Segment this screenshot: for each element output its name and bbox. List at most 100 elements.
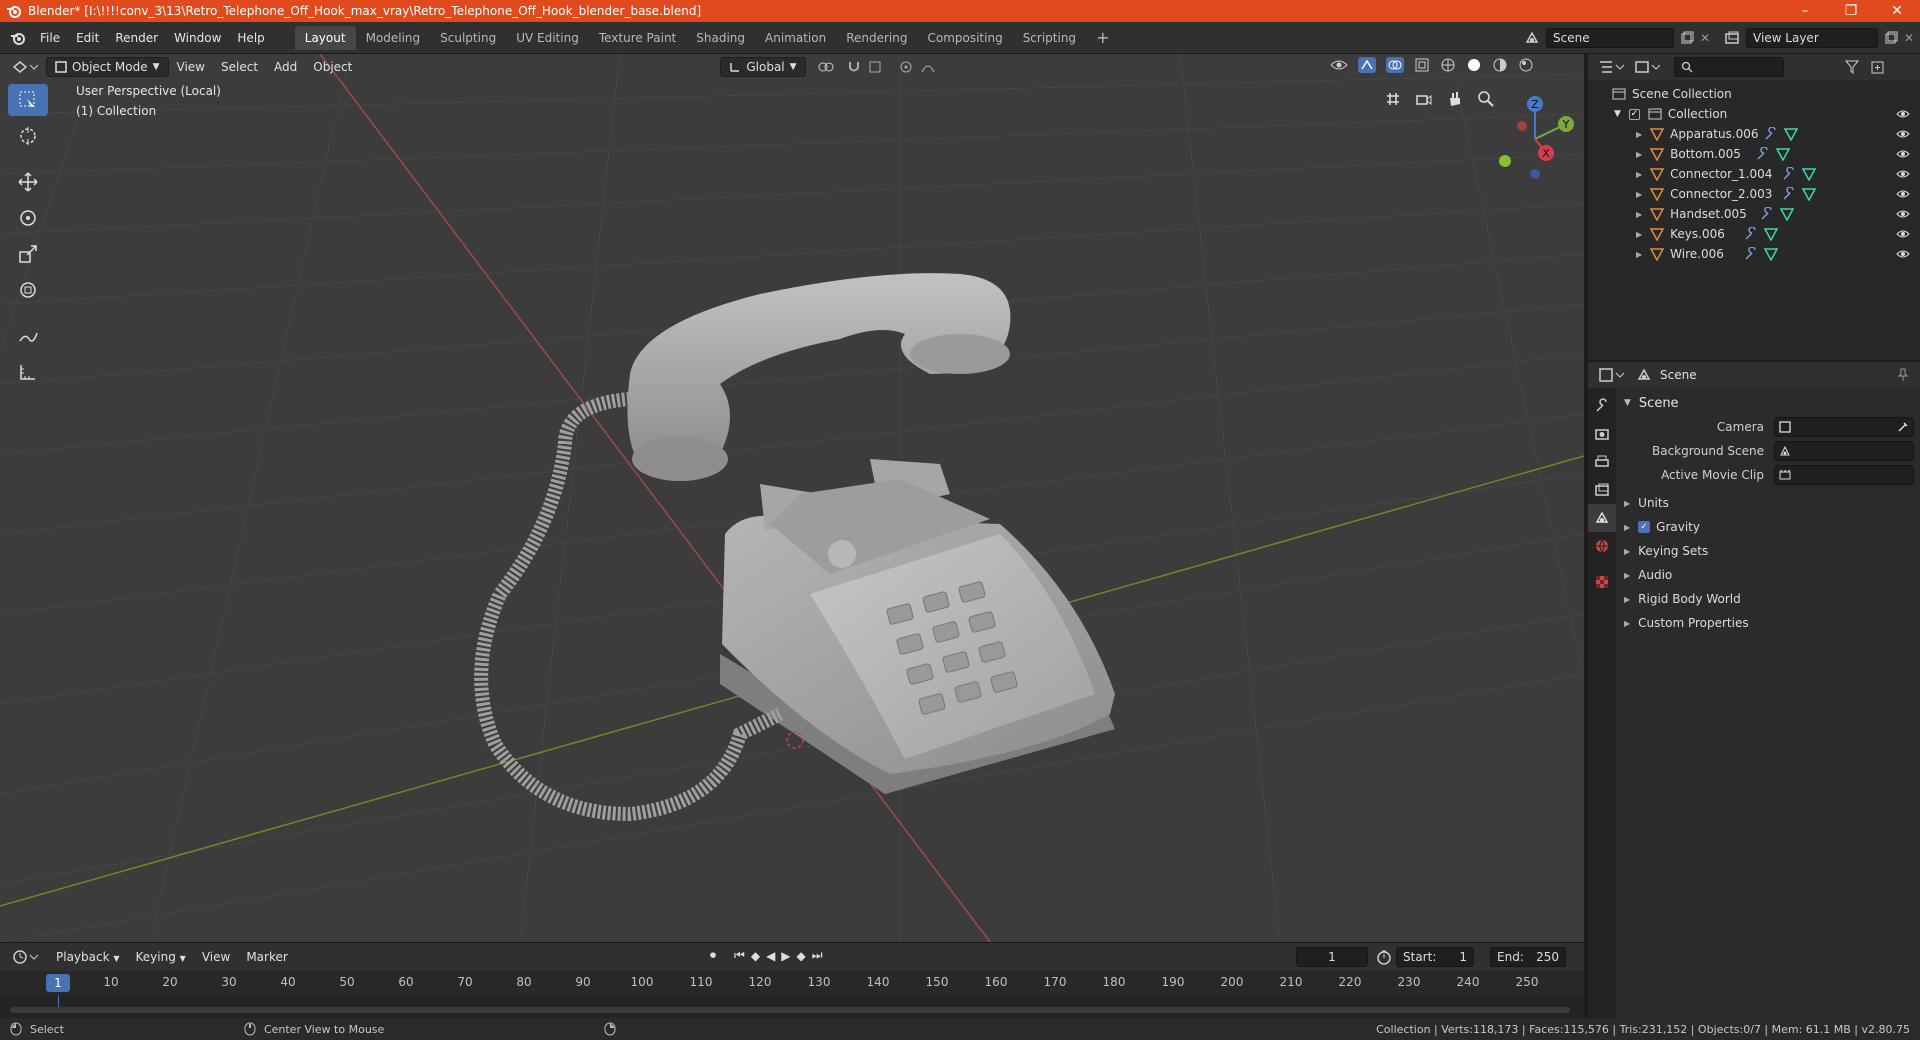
play-reverse-icon[interactable]: ◀ bbox=[766, 949, 775, 963]
pivot-point-icon[interactable] bbox=[816, 59, 838, 75]
scene-panel-header[interactable]: ▼ Scene bbox=[1624, 392, 1912, 414]
gizmo-toggle-icon[interactable] bbox=[1358, 57, 1376, 73]
close-button[interactable]: ✕ bbox=[1874, 0, 1920, 22]
outliner-scene-collection[interactable]: Scene Collection bbox=[1588, 84, 1920, 104]
end-frame-field[interactable]: End: 250 bbox=[1490, 947, 1566, 967]
maximize-button[interactable]: ❐ bbox=[1828, 0, 1874, 22]
mesh-data-icon[interactable] bbox=[1764, 227, 1779, 241]
visibility-eye-icon[interactable] bbox=[1896, 228, 1910, 240]
viewport-scene[interactable] bbox=[0, 54, 1584, 942]
3d-viewport[interactable]: Object Mode ▼ View Select Add Object Glo… bbox=[0, 54, 1584, 942]
proportional-edit-icon[interactable] bbox=[898, 59, 914, 75]
visibility-eye-icon[interactable] bbox=[1896, 248, 1910, 260]
scene-icon[interactable] bbox=[1524, 30, 1540, 46]
outliner-search-input[interactable] bbox=[1674, 57, 1784, 77]
tab-layout[interactable]: Layout bbox=[294, 25, 356, 50]
mesh-data-icon[interactable] bbox=[1802, 187, 1817, 201]
timeline-menu-view[interactable]: View bbox=[194, 947, 238, 967]
modifier-wrench-icon[interactable] bbox=[1756, 147, 1770, 161]
collapse-arrow-icon[interactable]: ▼ bbox=[1614, 109, 1621, 119]
keying-sets-panel-header[interactable]: ▶ Keying Sets bbox=[1624, 540, 1912, 562]
properties-editor-type-icon[interactable] bbox=[1598, 367, 1624, 383]
tab-render[interactable] bbox=[1588, 420, 1616, 448]
outliner-object-row[interactable]: ▶ Connector_1.004 bbox=[1588, 164, 1920, 184]
snap-icon[interactable] bbox=[846, 59, 862, 75]
modifier-wrench-icon[interactable] bbox=[1764, 127, 1778, 141]
menu-file[interactable]: File bbox=[32, 27, 68, 49]
tab-texture[interactable] bbox=[1588, 568, 1616, 596]
outliner-object-row[interactable]: ▶ Keys.006 bbox=[1588, 224, 1920, 244]
cursor-tool[interactable] bbox=[8, 120, 48, 152]
tab-rendering[interactable]: Rendering bbox=[836, 26, 917, 50]
xray-icon[interactable] bbox=[1414, 57, 1430, 73]
visibility-icon[interactable] bbox=[1330, 57, 1348, 73]
outliner-object-row[interactable]: ▶ Apparatus.006 bbox=[1588, 124, 1920, 144]
timeline-editor-type-icon[interactable] bbox=[12, 949, 38, 965]
viewport-menu-view[interactable]: View bbox=[169, 57, 213, 77]
move-tool[interactable] bbox=[8, 166, 48, 198]
expand-arrow-icon[interactable]: ▶ bbox=[1636, 150, 1642, 159]
tab-scripting[interactable]: Scripting bbox=[1013, 26, 1086, 50]
annotate-tool[interactable] bbox=[8, 320, 48, 352]
outliner-object-row[interactable]: ▶ Wire.006 bbox=[1588, 244, 1920, 264]
visibility-eye-icon[interactable] bbox=[1896, 208, 1910, 220]
timeline-scrollbar[interactable] bbox=[10, 1007, 1570, 1013]
outliner-object-row[interactable]: ▶ Bottom.005 bbox=[1588, 144, 1920, 164]
mesh-data-icon[interactable] bbox=[1764, 247, 1779, 261]
shading-wireframe-icon[interactable] bbox=[1440, 57, 1456, 73]
new-view-layer-icon[interactable] bbox=[1884, 31, 1898, 45]
playhead[interactable]: 1 bbox=[46, 974, 70, 992]
measure-tool[interactable] bbox=[8, 356, 48, 388]
expand-arrow-icon[interactable]: ▶ bbox=[1636, 170, 1642, 179]
timeline-menu-marker[interactable]: Marker bbox=[238, 947, 295, 967]
menu-window[interactable]: Window bbox=[166, 27, 229, 49]
units-panel-header[interactable]: ▶ Units bbox=[1624, 492, 1912, 514]
timeline-menu-playback[interactable]: Playback ▼ bbox=[48, 947, 128, 967]
editor-type-icon[interactable] bbox=[12, 59, 38, 75]
pin-icon[interactable] bbox=[1896, 368, 1910, 382]
transform-tool[interactable] bbox=[8, 274, 48, 306]
timeline-ruler[interactable]: 1 10 20 30 40 50 60 70 80 90 100 110 120… bbox=[0, 971, 1584, 995]
gravity-panel-header[interactable]: ▶ ✓ Gravity bbox=[1624, 516, 1912, 538]
transform-orientation-dropdown[interactable]: Global ▼ bbox=[720, 57, 806, 77]
expand-arrow-icon[interactable]: ▶ bbox=[1636, 190, 1642, 199]
gravity-checkbox[interactable]: ✓ bbox=[1638, 521, 1651, 533]
new-collection-icon[interactable] bbox=[1870, 59, 1886, 75]
jump-end-icon[interactable]: ⏭ bbox=[812, 948, 823, 963]
new-scene-icon[interactable] bbox=[1680, 31, 1694, 45]
visibility-eye-icon[interactable] bbox=[1896, 128, 1910, 140]
tab-uv-editing[interactable]: UV Editing bbox=[506, 26, 589, 50]
overlays-icon[interactable] bbox=[1386, 57, 1404, 73]
background-scene-field[interactable] bbox=[1774, 441, 1914, 461]
audio-panel-header[interactable]: ▶ Audio bbox=[1624, 564, 1912, 586]
eyedropper-icon[interactable] bbox=[1897, 421, 1909, 433]
visibility-eye-icon[interactable] bbox=[1896, 148, 1910, 160]
tab-tool[interactable] bbox=[1588, 392, 1616, 420]
menu-help[interactable]: Help bbox=[229, 27, 272, 49]
start-frame-field[interactable]: Start: 1 bbox=[1396, 947, 1474, 967]
outliner-object-row[interactable]: ▶ Connector_2.003 bbox=[1588, 184, 1920, 204]
record-icon[interactable]: ⏺ bbox=[710, 948, 716, 963]
expand-arrow-icon[interactable]: ▶ bbox=[1636, 230, 1642, 239]
tab-animation[interactable]: Animation bbox=[755, 26, 836, 50]
current-frame-field[interactable]: 1 bbox=[1296, 947, 1368, 967]
modifier-wrench-icon[interactable] bbox=[1782, 187, 1796, 201]
camera-field[interactable] bbox=[1774, 417, 1914, 437]
modifier-wrench-icon[interactable] bbox=[1744, 227, 1758, 241]
shading-material-icon[interactable] bbox=[1492, 57, 1508, 73]
custom-properties-panel-header[interactable]: ▶ Custom Properties bbox=[1624, 612, 1912, 634]
timeline-menu-keying[interactable]: Keying ▼ bbox=[128, 947, 194, 967]
expand-arrow-icon[interactable]: ▶ bbox=[1636, 250, 1642, 259]
visibility-eye-icon[interactable] bbox=[1896, 168, 1910, 180]
play-icon[interactable]: ▶ bbox=[781, 949, 790, 963]
tab-texture-paint[interactable]: Texture Paint bbox=[589, 26, 686, 50]
falloff-icon[interactable] bbox=[920, 59, 946, 75]
tab-shading[interactable]: Shading bbox=[686, 26, 755, 50]
outliner-editor-type-icon[interactable] bbox=[1598, 59, 1624, 75]
modifier-wrench-icon[interactable] bbox=[1782, 167, 1796, 181]
view-layer-icon[interactable] bbox=[1724, 30, 1740, 46]
tab-scene[interactable] bbox=[1588, 504, 1616, 532]
mesh-data-icon[interactable] bbox=[1802, 167, 1817, 181]
shading-rendered-icon[interactable] bbox=[1518, 57, 1534, 73]
tab-world[interactable] bbox=[1588, 532, 1616, 560]
